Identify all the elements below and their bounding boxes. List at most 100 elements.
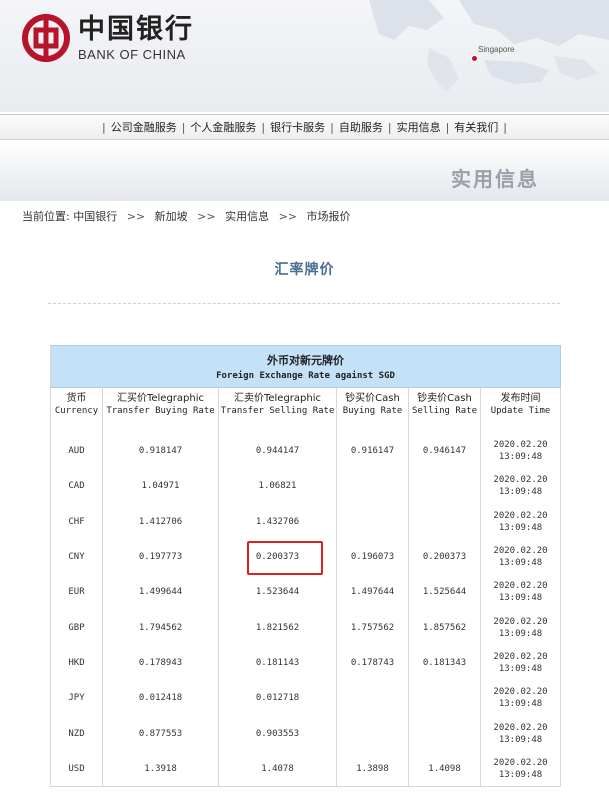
- table-row: CAD 1.04971 1.06821 2020.02.20 13:09:48: [50, 468, 561, 505]
- cell-tt-selling-rate: 1.523644: [218, 574, 337, 610]
- header-tt-selling-rate-en: Transfer Selling Rate: [220, 406, 335, 416]
- breadcrumb-link-singapore[interactable]: 新加坡: [155, 210, 188, 223]
- cell-tt-buying-rate: 1.499644: [102, 574, 219, 610]
- breadcrumb-link-market-quotes[interactable]: 市场报价: [307, 210, 351, 223]
- header-cash-selling-rate-cn: 钞卖价Cash: [417, 393, 472, 404]
- update-date: 2020.02.20: [493, 616, 548, 627]
- nav-item-about-us[interactable]: 有关我们: [454, 119, 498, 135]
- cell-cash-selling-rate: 1.857562: [408, 609, 481, 646]
- header-cash-selling-rate: 钞卖价Cash Selling Rate: [408, 387, 481, 434]
- brand-name-cn: 中国银行: [78, 13, 194, 45]
- cell-currency: CNY: [50, 539, 103, 575]
- breadcrumb-link-home[interactable]: 中国银行: [73, 210, 117, 223]
- cell-cash-selling-rate: [408, 680, 481, 716]
- table-header-row: 货币 Currency 汇买价Telegraphic Transfer Buying …: [50, 387, 561, 434]
- main-nav: | 公司金融服务 | 个人金融服务 | 银行卡服务 | 自助服务 | 实用信息 …: [0, 114, 609, 140]
- cell-currency: USD: [50, 751, 103, 787]
- cell-cash-selling-rate: [408, 504, 481, 540]
- update-date: 2020.02.20: [493, 581, 548, 592]
- cell-cash-selling-rate: 0.946147: [408, 433, 481, 469]
- cell-tt-selling-rate: 0.012718: [218, 680, 337, 716]
- header-tt-buying-rate: 汇买价Telegraphic Transfer Buying Rate: [102, 387, 219, 434]
- cell-cash-buying-rate: [336, 504, 409, 540]
- header-tt-selling-rate-cn: 汇卖价Telegraphic: [233, 393, 322, 404]
- site-header: 中国银行 BANK OF CHINA Singapore: [0, 0, 609, 112]
- cell-update-time: 2020.02.20 13:09:48: [480, 574, 561, 610]
- breadcrumb-link-useful-info[interactable]: 实用信息: [225, 210, 269, 223]
- cell-cash-selling-rate: [408, 715, 481, 752]
- nav-item-corporate-banking[interactable]: 公司金融服务: [111, 119, 177, 135]
- breadcrumb-separator: >>: [126, 210, 146, 223]
- update-date: 2020.02.20: [493, 510, 548, 521]
- nav-item-card-services[interactable]: 银行卡服务: [270, 119, 325, 135]
- cell-cash-buying-rate: 1.3898: [336, 751, 409, 787]
- header-currency-cn: 货币: [66, 393, 87, 404]
- breadcrumb: 当前位置: 中国银行 >> 新加坡 >> 实用信息 >> 市场报价: [22, 208, 351, 224]
- cell-tt-buying-rate: 1.3918: [102, 751, 219, 787]
- cell-update-time: 2020.02.20 13:09:48: [480, 609, 561, 646]
- update-time: 13:09:48: [498, 522, 543, 533]
- header-cash-selling-rate-en: Selling Rate: [411, 406, 478, 416]
- header-cash-buying-rate-cn: 钞买价Cash: [345, 393, 400, 404]
- header-cash-buying-rate: 钞买价Cash Buying Rate: [336, 387, 409, 434]
- cell-tt-buying-rate: 1.794562: [102, 609, 219, 646]
- header-cash-buying-rate-en: Buying Rate: [342, 406, 403, 416]
- map-location-label: Singapore: [478, 45, 515, 54]
- update-time: 13:09:48: [498, 452, 543, 463]
- cell-cash-buying-rate: 0.916147: [336, 433, 409, 469]
- cell-tt-selling-rate: 0.181143: [218, 645, 337, 681]
- update-date: 2020.02.20: [493, 687, 548, 698]
- cell-tt-selling-rate: 1.821562: [218, 609, 337, 646]
- cell-cash-buying-rate: 0.196073: [336, 539, 409, 575]
- update-time: 13:09:48: [498, 487, 543, 498]
- cell-tt-buying-rate: 0.197773: [102, 539, 219, 575]
- update-time: 13:09:48: [498, 734, 543, 745]
- update-date: 2020.02.20: [493, 757, 548, 768]
- table-row: JPY 0.012418 0.012718 2020.02.20 13:09:48: [50, 680, 561, 716]
- update-time: 13:09:48: [498, 699, 543, 710]
- table-row: USD 1.3918 1.4078 1.3898 1.4098 2020.02.20 13:…: [50, 751, 561, 787]
- divider: [48, 303, 560, 304]
- cell-tt-buying-rate: 0.918147: [102, 433, 219, 469]
- brand-logo[interactable]: 中国银行 BANK OF CHINA: [22, 14, 194, 62]
- nav-item-personal-banking[interactable]: 个人金融服务: [190, 119, 256, 135]
- cell-tt-buying-rate: 0.178943: [102, 645, 219, 681]
- cell-cash-buying-rate: 1.497644: [336, 574, 409, 610]
- cell-currency: AUD: [50, 433, 103, 469]
- location-pin-icon: [471, 55, 478, 62]
- update-time: 13:09:48: [498, 663, 543, 674]
- update-date: 2020.02.20: [493, 651, 548, 662]
- update-time: 13:09:48: [498, 769, 543, 780]
- table-row: NZD 0.877553 0.903553 2020.02.20 13:09:48: [50, 715, 561, 752]
- nav-item-self-service[interactable]: 自助服务: [339, 119, 383, 135]
- update-time: 13:09:48: [498, 593, 543, 604]
- header-tt-buying-rate-cn: 汇买价Telegraphic: [116, 393, 205, 404]
- nav-item-useful-info[interactable]: 实用信息: [397, 119, 441, 135]
- cell-update-time: 2020.02.20 13:09:48: [480, 539, 561, 575]
- cell-tt-selling-rate: 0.944147: [218, 433, 337, 469]
- cell-cash-buying-rate: 0.178743: [336, 645, 409, 681]
- cell-cash-selling-rate: 0.181343: [408, 645, 481, 681]
- breadcrumb-separator: >>: [197, 210, 216, 223]
- table-row: GBP 1.794562 1.821562 1.757562 1.857562 2020.…: [50, 609, 561, 646]
- cell-currency: GBP: [50, 609, 103, 646]
- cell-update-time: 2020.02.20 13:09:48: [480, 751, 561, 787]
- cell-tt-buying-rate: 1.04971: [102, 468, 219, 505]
- header-update-time: 发布时间 Update Time: [480, 387, 561, 434]
- table-caption-cn: 外币对新元牌价: [267, 354, 344, 367]
- table-caption-en: Foreign Exchange Rate against SGD: [216, 371, 395, 381]
- cell-currency: HKD: [50, 645, 103, 681]
- breadcrumb-label: 当前位置:: [22, 210, 70, 223]
- cell-update-time: 2020.02.20 13:09:48: [480, 645, 561, 681]
- cell-currency: CAD: [50, 468, 103, 505]
- cell-tt-selling-rate: 0.903553: [218, 715, 337, 752]
- cell-cash-selling-rate: 1.525644: [408, 574, 481, 610]
- page-title: 汇率牌价: [274, 262, 335, 278]
- cell-cash-buying-rate: [336, 680, 409, 716]
- header-currency: 货币 Currency: [50, 387, 103, 434]
- table-caption: 外币对新元牌价 Foreign Exchange Rate against SG…: [50, 345, 561, 388]
- highlight-box: [247, 541, 323, 575]
- section-banner: 实用信息: [0, 141, 609, 201]
- cell-cash-selling-rate: 1.4098: [408, 751, 481, 787]
- table-row: AUD 0.918147 0.944147 0.916147 0.946147 2020.…: [50, 433, 561, 469]
